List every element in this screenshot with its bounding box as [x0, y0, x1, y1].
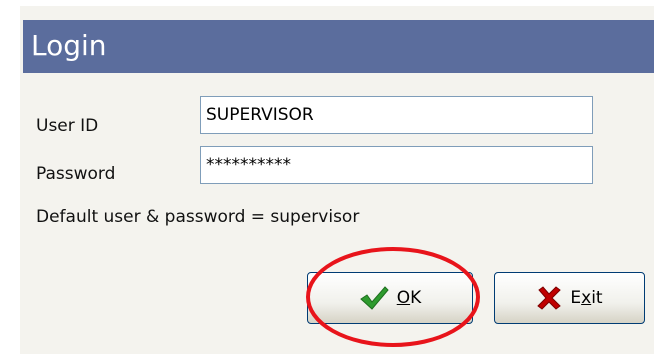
exit-mnemonic: x	[581, 288, 592, 308]
exit-button-label: Exit	[570, 287, 602, 309]
exit-button[interactable]: Exit	[494, 272, 645, 324]
ok-label-rest: K	[410, 288, 422, 308]
ok-button-label: OK	[397, 287, 422, 309]
exit-label-start: E	[570, 288, 582, 308]
dialog-title: Login	[31, 29, 107, 62]
exit-label-rest: it	[591, 288, 603, 308]
ok-mnemonic: O	[396, 288, 411, 308]
checkmark-icon	[359, 285, 389, 311]
default-credentials-hint: Default user & password = supervisor	[36, 207, 360, 227]
x-icon	[536, 285, 562, 311]
user-id-label: User ID	[36, 116, 99, 136]
ok-button[interactable]: OK	[307, 272, 473, 324]
password-input[interactable]	[200, 146, 593, 184]
login-dialog: Login User ID Password Default user & pa…	[20, 6, 654, 354]
password-label: Password	[36, 164, 116, 184]
title-bar: Login	[23, 20, 654, 73]
user-id-input[interactable]	[200, 96, 593, 134]
